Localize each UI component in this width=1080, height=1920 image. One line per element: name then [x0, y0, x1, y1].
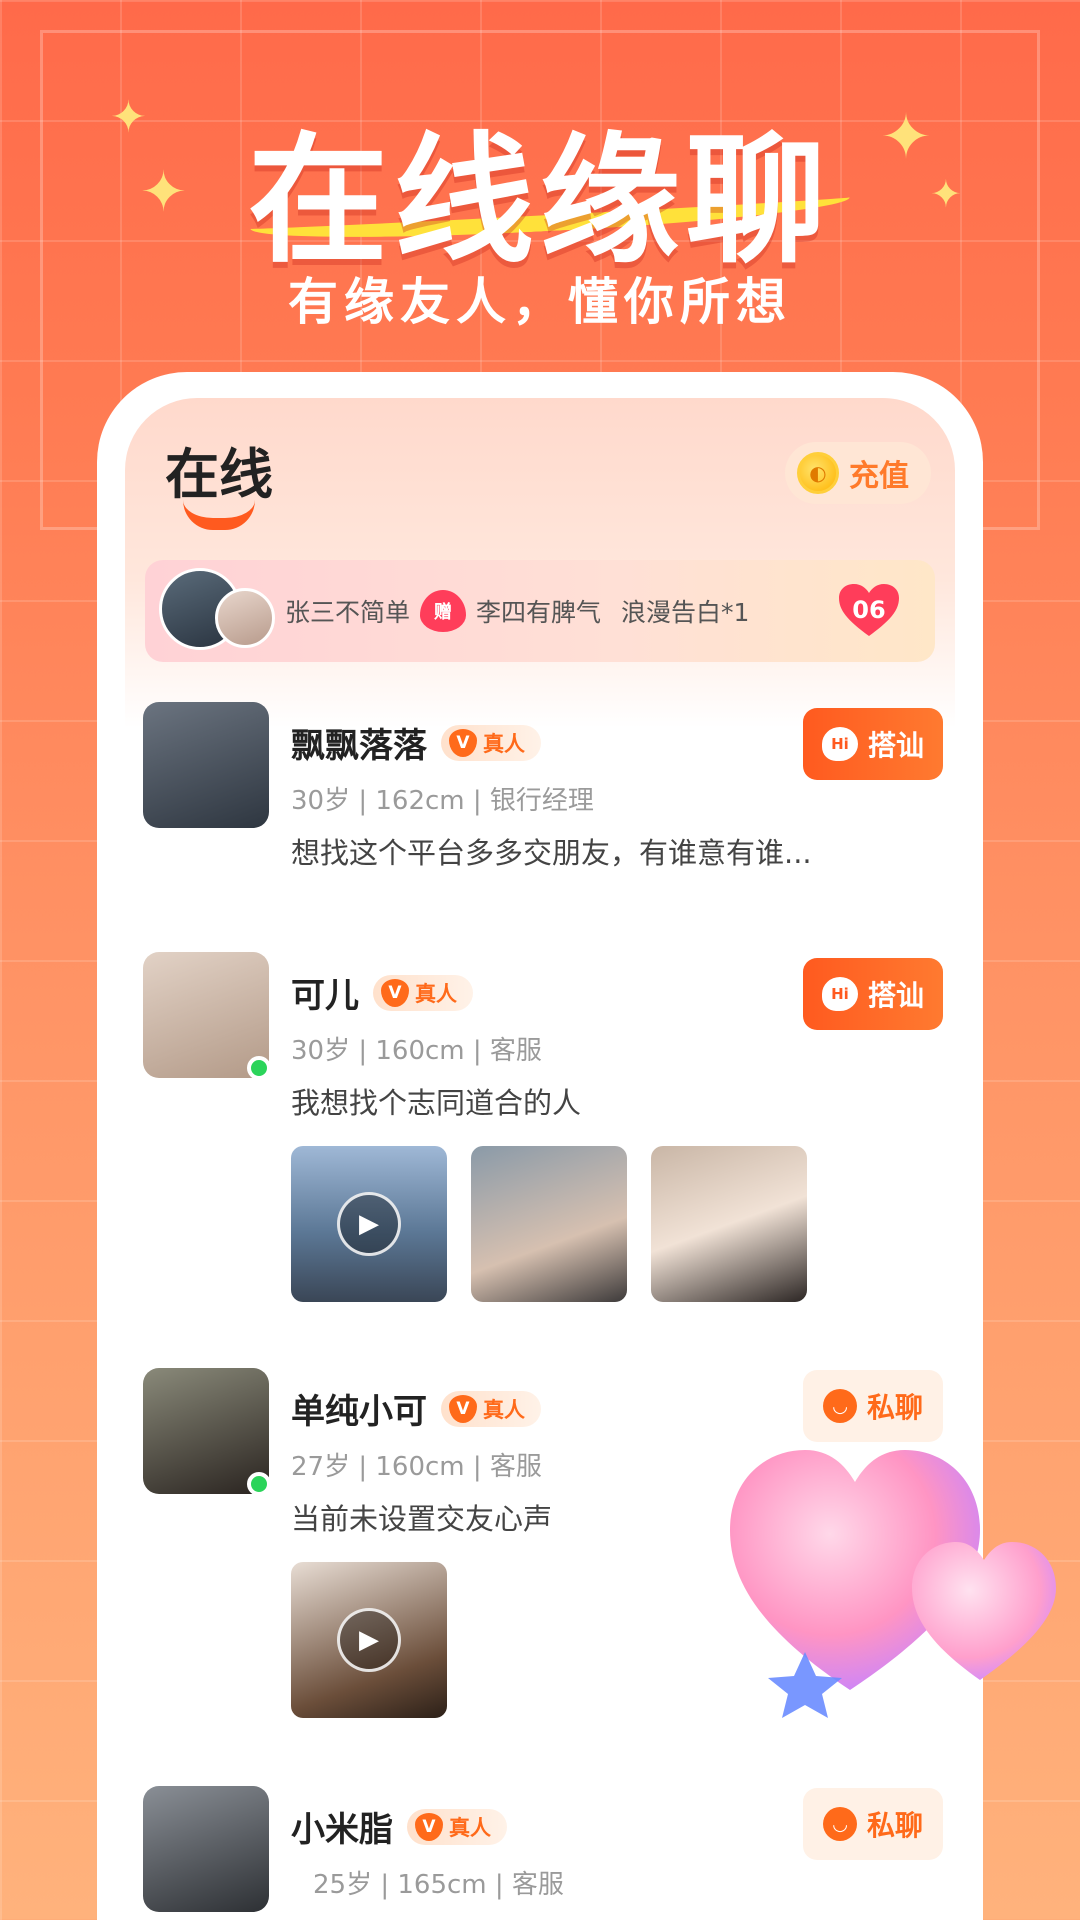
hero-title: 在线缘聊	[247, 120, 832, 283]
gift-heart-icon: 赠	[420, 590, 467, 632]
user-name: 可儿	[291, 976, 359, 1016]
private-chat-button[interactable]: ◡ 私聊	[803, 1370, 943, 1442]
hero-subtitle: 有缘友人，懂你所想	[288, 273, 792, 331]
phone-card: 在线 ◐ 充值 张三不简单 赠 李四有脾气 浪漫告白*1 06 飘飘落落 V 真…	[97, 372, 983, 1920]
video-thumbnail[interactable]: ▶	[291, 1146, 447, 1302]
verified-label: 真人	[449, 1815, 491, 1840]
verified-shield-icon: V	[449, 1394, 477, 1423]
feed-item[interactable]: 小米脂 V 真人 25岁 | 165cm | 客服 ◡ 私聊	[143, 1786, 943, 1920]
recharge-button[interactable]: ◐ 充值	[785, 442, 931, 504]
online-status-dot	[247, 1056, 271, 1080]
verified-badge: V 真人	[441, 724, 541, 761]
verified-shield-icon: V	[449, 728, 477, 757]
verified-label: 真人	[415, 981, 457, 1006]
gift-item: 浪漫告白*1	[621, 598, 750, 627]
name-row: 小米脂 V 真人	[291, 1802, 507, 1851]
private-chat-button[interactable]: ◡ 私聊	[803, 1788, 943, 1860]
photo-thumbnail[interactable]	[471, 1146, 627, 1302]
app-logo: 在线	[165, 443, 273, 506]
verified-label: 真人	[483, 731, 525, 756]
user-bio: 当前未设置交友心声	[291, 1502, 553, 1536]
gift-message: 张三不简单 赠 李四有脾气 浪漫告白*1	[285, 590, 749, 632]
photo-thumbnail[interactable]	[651, 1146, 807, 1302]
gift-avatars	[159, 566, 279, 656]
photo-grid: ▶	[291, 1562, 447, 1718]
hi-button[interactable]: Hi 搭讪	[803, 958, 943, 1030]
name-row: 可儿 V 真人	[291, 968, 473, 1017]
chat-smile-icon: ◡	[822, 1389, 857, 1423]
gift-sender: 张三不简单	[285, 598, 411, 627]
user-meta: 27岁 | 160cm | 客服	[291, 1452, 542, 1482]
user-meta: 25岁 | 165cm | 客服	[313, 1870, 564, 1900]
verified-label: 真人	[483, 1397, 525, 1422]
hi-icon: Hi	[821, 727, 858, 761]
avatar[interactable]	[143, 702, 269, 828]
user-name: 飘飘落落	[291, 726, 427, 766]
feed-item[interactable]: 飘飘落落 V 真人 30岁 | 162cm | 银行经理 想找这个平台多多交朋友…	[143, 702, 943, 942]
name-row: 单纯小可 V 真人	[291, 1384, 541, 1433]
verified-badge: V 真人	[373, 974, 473, 1011]
recharge-label: 充值	[849, 459, 909, 494]
verified-badge: V 真人	[407, 1808, 507, 1845]
user-name: 小米脂	[291, 1810, 393, 1850]
gift-count-badge: 06	[837, 582, 901, 638]
chat-label: 私聊	[866, 1809, 923, 1842]
receiver-avatar	[215, 588, 275, 648]
user-name: 单纯小可	[291, 1392, 427, 1432]
gift-banner[interactable]: 张三不简单 赠 李四有脾气 浪漫告白*1 06	[145, 560, 935, 662]
hi-label: 搭讪	[867, 979, 924, 1012]
verified-badge: V 真人	[441, 1390, 541, 1427]
chat-label: 私聊	[866, 1391, 923, 1424]
feed-item[interactable]: 可儿 V 真人 30岁 | 160cm | 客服 我想找个志同道合的人 Hi 搭…	[143, 952, 943, 1332]
name-row: 飘飘落落 V 真人	[291, 718, 541, 767]
hi-label: 搭讪	[867, 729, 924, 762]
gift-receiver: 李四有脾气	[476, 598, 602, 627]
gift-count: 06	[852, 596, 886, 624]
user-bio: 想找这个平台多多交朋友，有谁意有谁...	[291, 836, 812, 870]
feed-item[interactable]: 单纯小可 V 真人 27岁 | 160cm | 客服 当前未设置交友心声 ◡ 私…	[143, 1368, 943, 1748]
photo-grid: ▶	[291, 1146, 807, 1302]
chat-smile-icon: ◡	[822, 1807, 857, 1841]
user-bio: 我想找个志同道合的人	[291, 1086, 582, 1120]
verified-shield-icon: V	[381, 978, 409, 1007]
user-meta: 30岁 | 162cm | 银行经理	[291, 786, 594, 816]
hi-button[interactable]: Hi 搭讪	[803, 708, 943, 780]
play-icon[interactable]: ▶	[337, 1608, 401, 1672]
play-icon[interactable]: ▶	[337, 1192, 401, 1256]
verified-shield-icon: V	[415, 1812, 443, 1841]
user-meta: 30岁 | 160cm | 客服	[291, 1036, 542, 1066]
video-thumbnail[interactable]: ▶	[291, 1562, 447, 1718]
online-status-dot	[247, 1472, 271, 1496]
coin-icon: ◐	[797, 452, 839, 494]
avatar[interactable]	[143, 1786, 269, 1912]
hi-icon: Hi	[821, 977, 858, 1011]
